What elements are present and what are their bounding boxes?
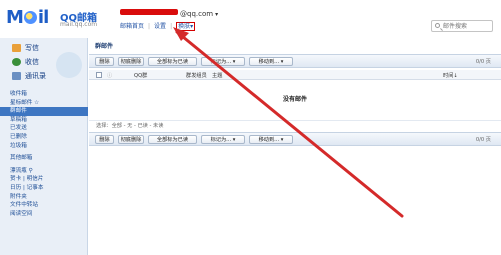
mailbox-home-link[interactable]: 邮箱首页: [120, 23, 144, 30]
sidebar-folder-item[interactable]: 群邮件: [0, 107, 88, 116]
mail-toolbar-top: 0/0 页 删除 彻底删除 全部标为已读 标记为... ▾ 移动到... ▾: [89, 54, 501, 68]
sidebar-app-item[interactable]: 贺卡 | 明信片: [0, 175, 88, 184]
left-sidebar: 写信 收信 通讯录 收件箱 星标邮件 ☆ 群邮件 草稿箱 已发送 已删除 垃圾箱其他邮箱漂流…: [0, 38, 88, 255]
mail-search-box[interactable]: [431, 20, 493, 32]
column-sender[interactable]: QQ群: [134, 72, 147, 79]
page-indicator: 0/0 页: [475, 137, 491, 143]
page-indicator: 0/0 页: [475, 59, 491, 65]
toolbar-button[interactable]: 标记为... ▾: [201, 135, 245, 144]
sidebar-other-mailbox[interactable]: 其他邮箱: [0, 154, 88, 163]
pencil-icon: [12, 44, 21, 52]
sidebar-app-item[interactable]: 附件夹: [0, 193, 88, 202]
sidebar-app-item[interactable]: 日历 | 记事本: [0, 184, 88, 193]
skin-link[interactable]: 换肤▾: [176, 22, 196, 31]
toolbar-button[interactable]: 全部标为已读: [148, 135, 197, 144]
info-icon: ⓘ: [107, 73, 113, 79]
penguin-decoration: [56, 52, 82, 78]
receive-label: 收信: [25, 58, 39, 66]
receive-button[interactable]: 收信: [12, 56, 39, 68]
column-time[interactable]: 时间↓: [443, 72, 458, 79]
toolbar-button[interactable]: 全部标为已读: [148, 57, 197, 66]
selection-shortcuts[interactable]: 选择：全部 - 无 - 已读 - 未读: [89, 120, 501, 130]
main-title-bar: 群邮件: [89, 38, 501, 52]
sidebar-folder-item[interactable]: 收件箱: [0, 90, 88, 99]
top-links: 邮箱首页 | 设置 | 换肤▾: [120, 21, 199, 31]
sidebar-folder-item[interactable]: 已发送: [0, 124, 88, 133]
email-domain: @qq.com: [180, 10, 214, 18]
account-email[interactable]: @qq.com ▾: [120, 9, 218, 19]
toolbar-button[interactable]: 彻底删除: [118, 57, 144, 66]
link-separator: |: [170, 23, 173, 30]
empty-message: 没有邮件: [282, 96, 307, 103]
quick-actions: 写信 收信 通讯录: [0, 38, 88, 82]
sidebar-app-item[interactable]: 漂流瓶 ⚲: [0, 167, 88, 176]
top-header: Mil QQ邮箱 mail.qq.com @qq.com ▾ 邮箱首页 | 设置 | 换肤…: [0, 0, 501, 38]
contacts-button[interactable]: 通讯录: [12, 70, 46, 82]
sidebar-folder-item[interactable]: 草稿箱: [0, 116, 88, 125]
column-subject[interactable]: 主题: [212, 72, 222, 79]
redacted-email-mark: [120, 9, 178, 15]
mail-toolbar-bottom: 0/0 页 删除 彻底删除 全部标为已读 标记为... ▾ 移动到... ▾: [89, 132, 501, 146]
toolbar-button[interactable]: 标记为... ▾: [201, 57, 245, 66]
inbox-icon: [12, 58, 21, 66]
sidebar-app-item[interactable]: 阅读空间: [0, 210, 88, 219]
account-dropdown-icon[interactable]: ▾: [215, 11, 218, 18]
mail-list-header: ⓘ QQ群 群发组员 主题 时间↓: [89, 70, 501, 80]
select-all-checkbox[interactable]: [96, 72, 102, 78]
toolbar-button[interactable]: 移动到... ▾: [249, 57, 293, 66]
folder-nav: 收件箱 星标邮件 ☆ 群邮件 草稿箱 已发送 已删除 垃圾箱其他邮箱漂流瓶 ⚲ 贺卡 | 明信…: [0, 90, 88, 218]
compose-label: 写信: [25, 44, 39, 52]
sidebar-folder-item[interactable]: 星标邮件 ☆: [0, 99, 88, 108]
qq-mail-logo[interactable]: Mil: [6, 7, 49, 28]
sidebar-folder-item[interactable]: 已删除: [0, 133, 88, 142]
contacts-icon: [12, 72, 21, 80]
compose-button[interactable]: 写信: [12, 42, 39, 54]
toolbar-button[interactable]: 删除: [95, 57, 114, 66]
brand-subtitle: mail.qq.com: [60, 21, 98, 28]
page-title: 群邮件: [95, 43, 114, 50]
toolbar-button[interactable]: 彻底删除: [118, 135, 144, 144]
contacts-label: 通讯录: [25, 72, 46, 80]
main-panel: 群邮件 0/0 页 删除 彻底删除 全部标为已读 标记为... ▾ 移动到... ▾ ⓘ…: [89, 38, 501, 255]
link-separator: |: [148, 23, 151, 30]
settings-link[interactable]: 设置: [154, 23, 166, 30]
search-input[interactable]: [443, 22, 491, 31]
sidebar-app-item[interactable]: 文件中转站: [0, 201, 88, 210]
toolbar-button[interactable]: 删除: [95, 135, 114, 144]
column-group-members[interactable]: 群发组员: [186, 72, 207, 79]
search-icon: [435, 23, 440, 28]
sidebar-folder-item[interactable]: 垃圾箱: [0, 142, 88, 151]
toolbar-button[interactable]: 移动到... ▾: [249, 135, 293, 144]
